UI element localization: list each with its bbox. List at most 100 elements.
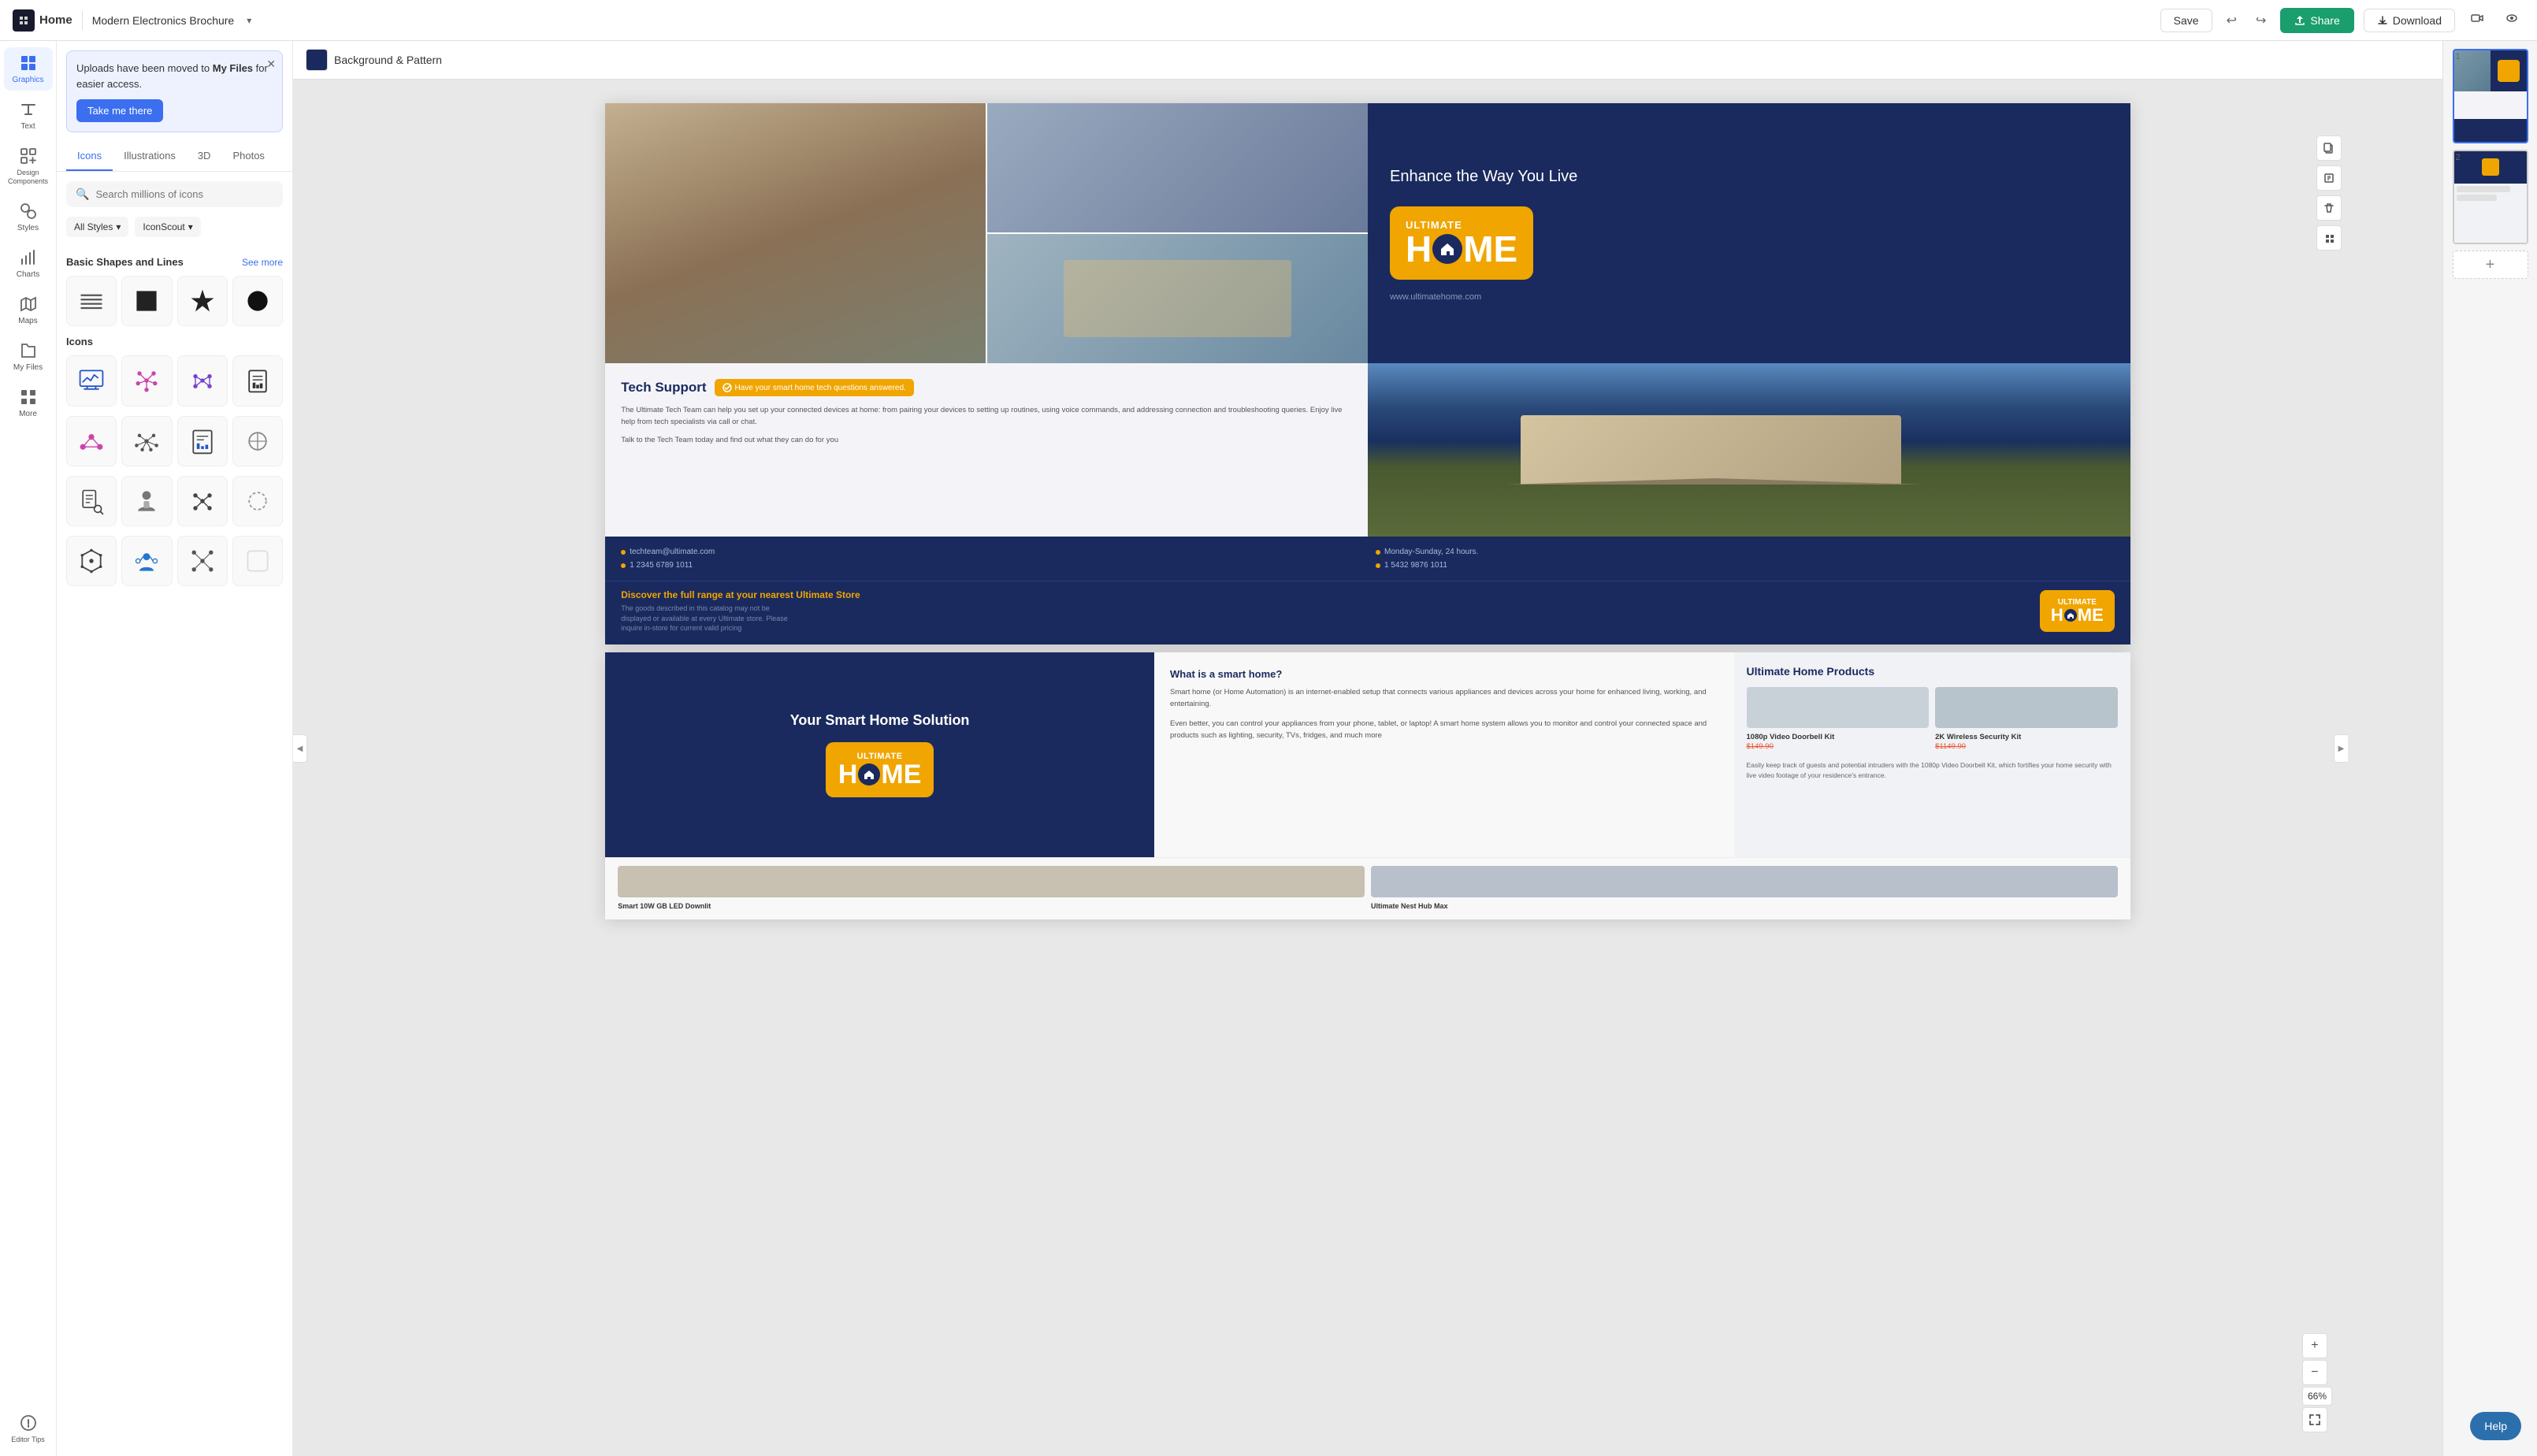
tab-3d[interactable]: 3D <box>187 142 222 171</box>
logo-home-icon <box>1432 234 1462 264</box>
thumb-navy <box>2491 50 2527 91</box>
zoom-out-button[interactable]: − <box>2302 1360 2327 1385</box>
take-me-there-button[interactable]: Take me there <box>76 99 163 122</box>
thumbnail-1[interactable]: 1 <box>2453 49 2528 143</box>
tab-photos[interactable]: Photos <box>221 142 275 171</box>
phone1-text: 1 2345 6789 1011 <box>630 561 693 570</box>
notification-banner: Uploads have been moved to My Files for … <box>66 50 283 132</box>
shape-circle-item[interactable] <box>232 276 283 326</box>
logo-block: ULTIMATE H ME <box>1390 206 1533 280</box>
see-more-link[interactable]: See more <box>242 257 283 268</box>
style-filter-label: All Styles <box>74 221 113 232</box>
sidebar-item-my-files[interactable]: My Files <box>4 335 53 378</box>
design-components-icon <box>19 147 38 165</box>
sidebar-item-styles[interactable]: Styles <box>4 195 53 239</box>
smart-solution-title: Your Smart Home Solution <box>790 711 970 730</box>
shape-square-item[interactable] <box>121 276 172 326</box>
report-chart-icon <box>243 366 272 395</box>
notification-close-button[interactable]: ✕ <box>266 58 276 71</box>
group-network-icon-item[interactable] <box>121 416 172 466</box>
redo-button[interactable]: ↪ <box>2251 8 2271 33</box>
shape-star-item[interactable] <box>177 276 228 326</box>
brochure-page-2: Your Smart Home Solution ULTIMATE H ME <box>605 652 2130 919</box>
zoom-fit-button[interactable] <box>2302 1407 2327 1432</box>
page-container: Enhance the Way You Live ULTIMATE H ME <box>605 103 2130 1432</box>
collapse-panel-button[interactable]: ◀ <box>293 734 307 763</box>
what-body2: Even better, you can control your applia… <box>1170 718 1718 741</box>
panel-tabs: Icons Illustrations 3D Photos <box>57 142 292 172</box>
eye-icon <box>2505 12 2518 24</box>
video-icon <box>2471 12 2483 24</box>
color-swatch[interactable] <box>306 49 328 71</box>
expand-thumbnails-button[interactable]: ▶ <box>2334 734 2348 763</box>
hexagon-network-icon-item[interactable] <box>66 536 117 586</box>
add-page-icon: + <box>2486 256 2495 274</box>
document-analysis-icon-item[interactable] <box>66 476 117 526</box>
add-page-button[interactable]: + <box>2453 251 2528 279</box>
shape-lines-item[interactable] <box>66 276 117 326</box>
sidebar-item-editor-tips[interactable]: Editor Tips <box>4 1407 53 1450</box>
video-button[interactable] <box>2465 7 2490 33</box>
source-filter[interactable]: IconScout ▾ <box>135 217 200 237</box>
contact-hours: Monday-Sunday, 24 hours. <box>1376 548 2115 556</box>
empty-icon <box>243 547 272 575</box>
title-chevron-icon[interactable]: ▾ <box>247 15 251 26</box>
sidebar-icons: Graphics Text Design Components Styles <box>0 41 57 1456</box>
team-network-icon <box>77 427 106 455</box>
placeholder2-icon <box>243 487 272 515</box>
share-button[interactable]: Share <box>2280 8 2353 33</box>
chart-monitor-icon <box>77 366 106 395</box>
preview-button[interactable] <box>2499 7 2524 33</box>
icons-grid-4 <box>66 536 283 586</box>
download-button[interactable]: Download <box>2364 9 2455 32</box>
product-security: 2K Wireless Security Kit $1149.90 <box>1935 687 2118 751</box>
user-connection-icon-item[interactable] <box>121 536 172 586</box>
network-nodes-icon-item[interactable] <box>121 355 172 406</box>
search-area: 🔍 <box>57 172 292 217</box>
connections-icon-item[interactable] <box>177 355 228 406</box>
sidebar-item-maps[interactable]: Maps <box>4 288 53 332</box>
download-label: Download <box>2393 14 2442 27</box>
canvas-viewport[interactable]: Enhance the Way You Live ULTIMATE H ME <box>293 80 2442 1456</box>
editor-tips-label: Editor Tips <box>11 1436 45 1443</box>
sidebar-item-charts[interactable]: Charts <box>4 242 53 285</box>
store-fine-print: The goods described in this catalog may … <box>621 604 794 633</box>
chart-monitor-icon-item[interactable] <box>66 355 117 406</box>
thumbnail-2[interactable]: 2 <box>2453 150 2528 244</box>
sidebar-item-more[interactable]: More <box>4 381 53 425</box>
contact-grid: techteam@ultimate.com Monday-Sunday, 24 … <box>621 548 2115 570</box>
style-filter[interactable]: All Styles ▾ <box>66 217 128 237</box>
scatter-network-icon-item[interactable] <box>177 536 228 586</box>
help-button[interactable]: Help <box>2470 1412 2521 1440</box>
search-input[interactable] <box>95 188 273 200</box>
what-smart-title: What is a smart home? <box>1170 668 1718 680</box>
team-network-icon-item[interactable] <box>66 416 117 466</box>
tab-icons[interactable]: Icons <box>66 142 113 171</box>
more-icon <box>19 388 38 407</box>
placeholder2-icon-item[interactable] <box>232 476 283 526</box>
logo-icon <box>13 9 35 32</box>
tab-illustrations[interactable]: Illustrations <box>113 142 187 171</box>
zoom-in-button[interactable]: + <box>2302 1333 2327 1358</box>
what-body: Smart home (or Home Automation) is an in… <box>1170 686 1718 710</box>
molecule-icon-item[interactable] <box>177 476 228 526</box>
hexagon-network-icon <box>77 547 106 575</box>
person-icon-item[interactable] <box>121 476 172 526</box>
undo-button[interactable]: ↩ <box>2222 8 2242 33</box>
charts-label: Charts <box>17 270 39 279</box>
editor-tips-icon <box>19 1413 38 1432</box>
sidebar-item-design-components[interactable]: Design Components <box>4 140 53 192</box>
data-report-icon-item[interactable] <box>177 416 228 466</box>
sidebar-item-text[interactable]: Text <box>4 94 53 137</box>
tech-body2: Talk to the Tech Team today and find out… <box>621 434 1352 446</box>
divider <box>82 11 83 30</box>
save-button[interactable]: Save <box>2160 9 2212 32</box>
product-row-1: 1080p Video Doorbell Kit $149.90 2K Wire… <box>1747 687 2118 751</box>
photo-bottom-right <box>987 234 1368 363</box>
report-chart-icon-item[interactable] <box>232 355 283 406</box>
empty-icon-item[interactable] <box>232 536 283 586</box>
placeholder-icon-item[interactable] <box>232 416 283 466</box>
sidebar-item-graphics[interactable]: Graphics <box>4 47 53 91</box>
document-title: Modern Electronics Brochure <box>92 14 235 27</box>
app-logo[interactable]: Home <box>13 9 72 32</box>
